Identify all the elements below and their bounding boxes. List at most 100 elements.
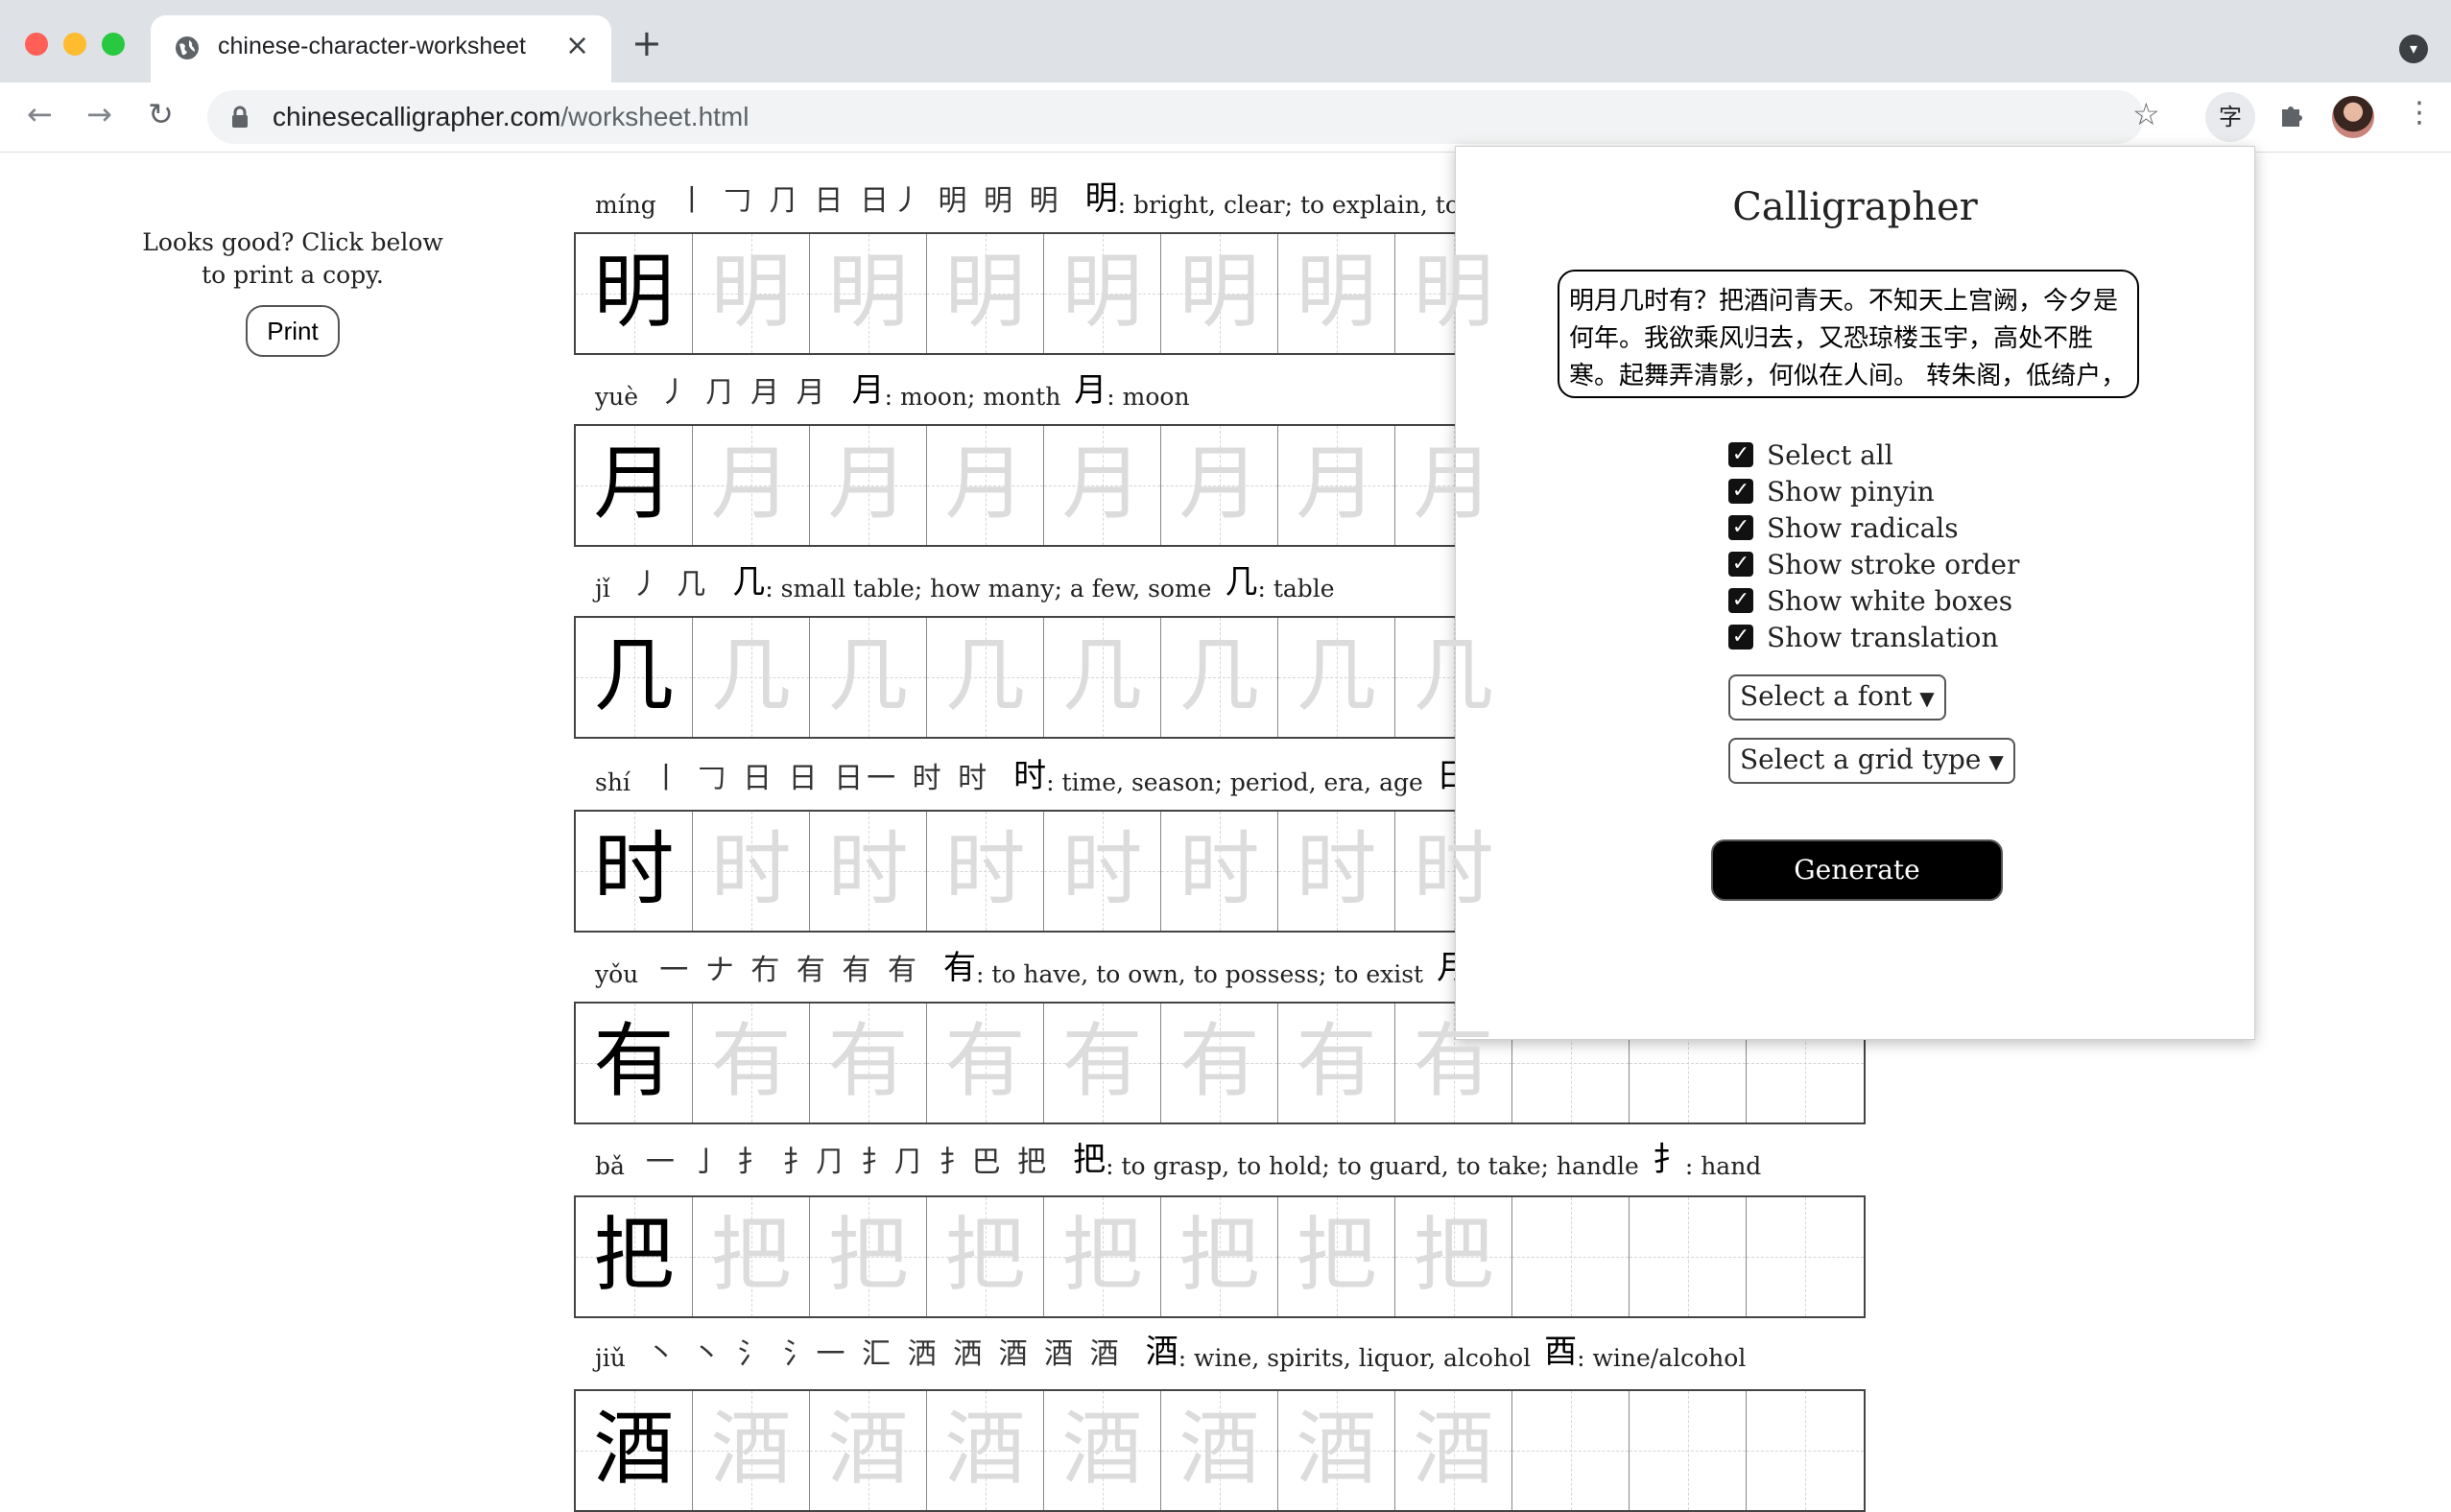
trace-character: 时 (710, 822, 792, 916)
option-row[interactable]: ✓ Show stroke order (1728, 546, 2019, 582)
blank-cell (1747, 1391, 1864, 1510)
generate-worksheets-button[interactable]: Generate worksheets (1711, 839, 2003, 943)
font-select[interactable]: Select a font ▼ (1728, 674, 1946, 721)
radical-character: 月 (1074, 371, 1107, 410)
model-character: 几 (593, 628, 675, 722)
entry-meaning: : moon; month (884, 383, 1061, 411)
stroke-order: 丨 𠃌 ⺆ 日 日丿 明 明 明 (677, 184, 1062, 218)
trace-character: 月 (944, 437, 1026, 531)
grid-type-select[interactable]: Select a grid type ▼ (1728, 738, 2015, 784)
trace-character: 几 (710, 628, 792, 722)
trace-character: 酒 (710, 1402, 792, 1496)
close-window-button[interactable] (25, 33, 48, 56)
model-character-cell: 时 (576, 812, 693, 931)
url-text: chinesecalligrapher.com/worksheet.html (273, 102, 749, 132)
back-arrow-icon[interactable]: ← (27, 96, 53, 132)
trace-character: 酒 (827, 1402, 909, 1496)
entry-character: 把 (1073, 1141, 1107, 1179)
bookmark-star-icon[interactable]: ☆ (2132, 96, 2160, 132)
tab-close-icon[interactable]: × (565, 29, 589, 62)
option-row[interactable]: ✓ Show white boxes (1728, 582, 2019, 619)
entry-meaning: : time, season; period, era, age (1046, 768, 1423, 796)
print-message-line2: to print a copy. (202, 261, 384, 289)
trace-character: 把 (827, 1208, 909, 1302)
menu-kebab-icon[interactable]: ⋮ (2405, 96, 2434, 130)
tab-title: chinese-character-worksheet (218, 33, 526, 59)
profile-avatar[interactable] (2332, 96, 2374, 138)
radical-meaning: : moon (1107, 383, 1190, 411)
entry-character: 有 (942, 949, 976, 987)
practice-grid: 把把把把把把把把 (574, 1195, 1866, 1318)
option-label: Show translation (1767, 621, 1999, 653)
tracing-cell: 明 (1161, 234, 1278, 353)
tab-search-icon[interactable]: ▾ (2399, 35, 2428, 63)
minimize-window-button[interactable] (63, 33, 86, 56)
option-row[interactable]: ✓ Show pinyin (1728, 473, 2019, 509)
entry-character: 时 (1013, 757, 1047, 795)
url-host: chinesecalligrapher.com (273, 102, 561, 131)
trace-character: 酒 (1061, 1402, 1143, 1496)
print-button[interactable]: Print (246, 305, 340, 357)
trace-character: 有 (1061, 1014, 1143, 1108)
model-character: 有 (593, 1014, 675, 1108)
forward-arrow-icon[interactable]: → (86, 96, 112, 132)
trace-character: 明 (1296, 245, 1377, 339)
option-row[interactable]: ✓ Show translation (1728, 619, 2019, 655)
checkbox[interactable]: ✓ (1728, 625, 1753, 650)
address-bar[interactable]: chinesecalligrapher.com/worksheet.html (207, 90, 2144, 144)
trace-character: 时 (944, 822, 1026, 916)
tracing-cell: 酒 (927, 1391, 1044, 1510)
checkbox[interactable]: ✓ (1728, 442, 1753, 467)
trace-character: 明 (944, 245, 1026, 339)
pinyin: shí (595, 768, 631, 796)
tracing-cell: 明 (693, 234, 810, 353)
trace-character: 时 (1296, 822, 1377, 916)
trace-character: 把 (1296, 1208, 1377, 1302)
tracing-cell: 时 (1395, 812, 1512, 931)
tracing-cell: 酒 (1161, 1391, 1278, 1510)
trace-character: 有 (1178, 1014, 1260, 1108)
tracing-cell: 明 (810, 234, 927, 353)
model-character: 酒 (593, 1402, 675, 1496)
trace-character: 酒 (1178, 1402, 1260, 1496)
option-row[interactable]: ✓ Show radicals (1728, 509, 2019, 546)
option-row[interactable]: ✓ Select all (1728, 437, 2019, 473)
option-label: Select all (1767, 438, 1893, 471)
new-tab-button[interactable]: + (631, 25, 662, 61)
option-label: Show stroke order (1767, 548, 2020, 580)
trace-character: 有 (1413, 1014, 1494, 1108)
browser-toolbar: ← → ↻ chinesecalligrapher.com/worksheet.… (0, 83, 2451, 153)
tracing-cell: 几 (810, 618, 927, 737)
maximize-window-button[interactable] (102, 33, 125, 56)
reload-icon[interactable]: ↻ (148, 96, 174, 132)
calligrapher-extension-icon[interactable]: 字 (2205, 92, 2255, 142)
tracing-cell: 有 (1161, 1004, 1278, 1122)
tracing-cell: 酒 (810, 1391, 927, 1510)
tracing-cell: 时 (693, 812, 810, 931)
checkbox[interactable]: ✓ (1728, 515, 1753, 540)
entry-header: yǒu 一 ナ 冇 有 有 有有: to have, to own, to pos… (595, 940, 1550, 988)
tracing-cell: 几 (927, 618, 1044, 737)
tracing-cell: 几 (1044, 618, 1161, 737)
checkbox[interactable]: ✓ (1728, 588, 1753, 613)
checkbox[interactable]: ✓ (1728, 479, 1753, 504)
text-input[interactable]: 明月几时有？把酒问青天。不知天上宫阙，今夕是何年。我欲乘风归去，又恐琼楼玉宇，高… (1558, 270, 2139, 398)
model-character-cell: 月 (576, 426, 693, 545)
model-character: 把 (593, 1208, 675, 1302)
entry-character: 酒 (1145, 1333, 1178, 1371)
tracing-cell: 明 (1278, 234, 1395, 353)
model-character-cell: 几 (576, 618, 693, 737)
trace-character: 把 (1061, 1208, 1143, 1302)
extensions-puzzle-icon[interactable] (2278, 100, 2307, 129)
tracing-cell: 时 (1044, 812, 1161, 931)
active-tab[interactable]: chinese-character-worksheet × (151, 15, 611, 83)
entry-meaning: : to have, to own, to possess; to exist (975, 960, 1424, 988)
checkbox[interactable]: ✓ (1728, 552, 1753, 577)
blank-cell (1512, 1391, 1630, 1510)
model-character: 时 (593, 822, 675, 916)
tracing-cell: 酒 (693, 1391, 810, 1510)
tracing-cell: 月 (693, 426, 810, 545)
url-path: /worksheet.html (560, 102, 750, 131)
pinyin: míng (595, 191, 656, 219)
trace-character: 几 (1296, 628, 1377, 722)
